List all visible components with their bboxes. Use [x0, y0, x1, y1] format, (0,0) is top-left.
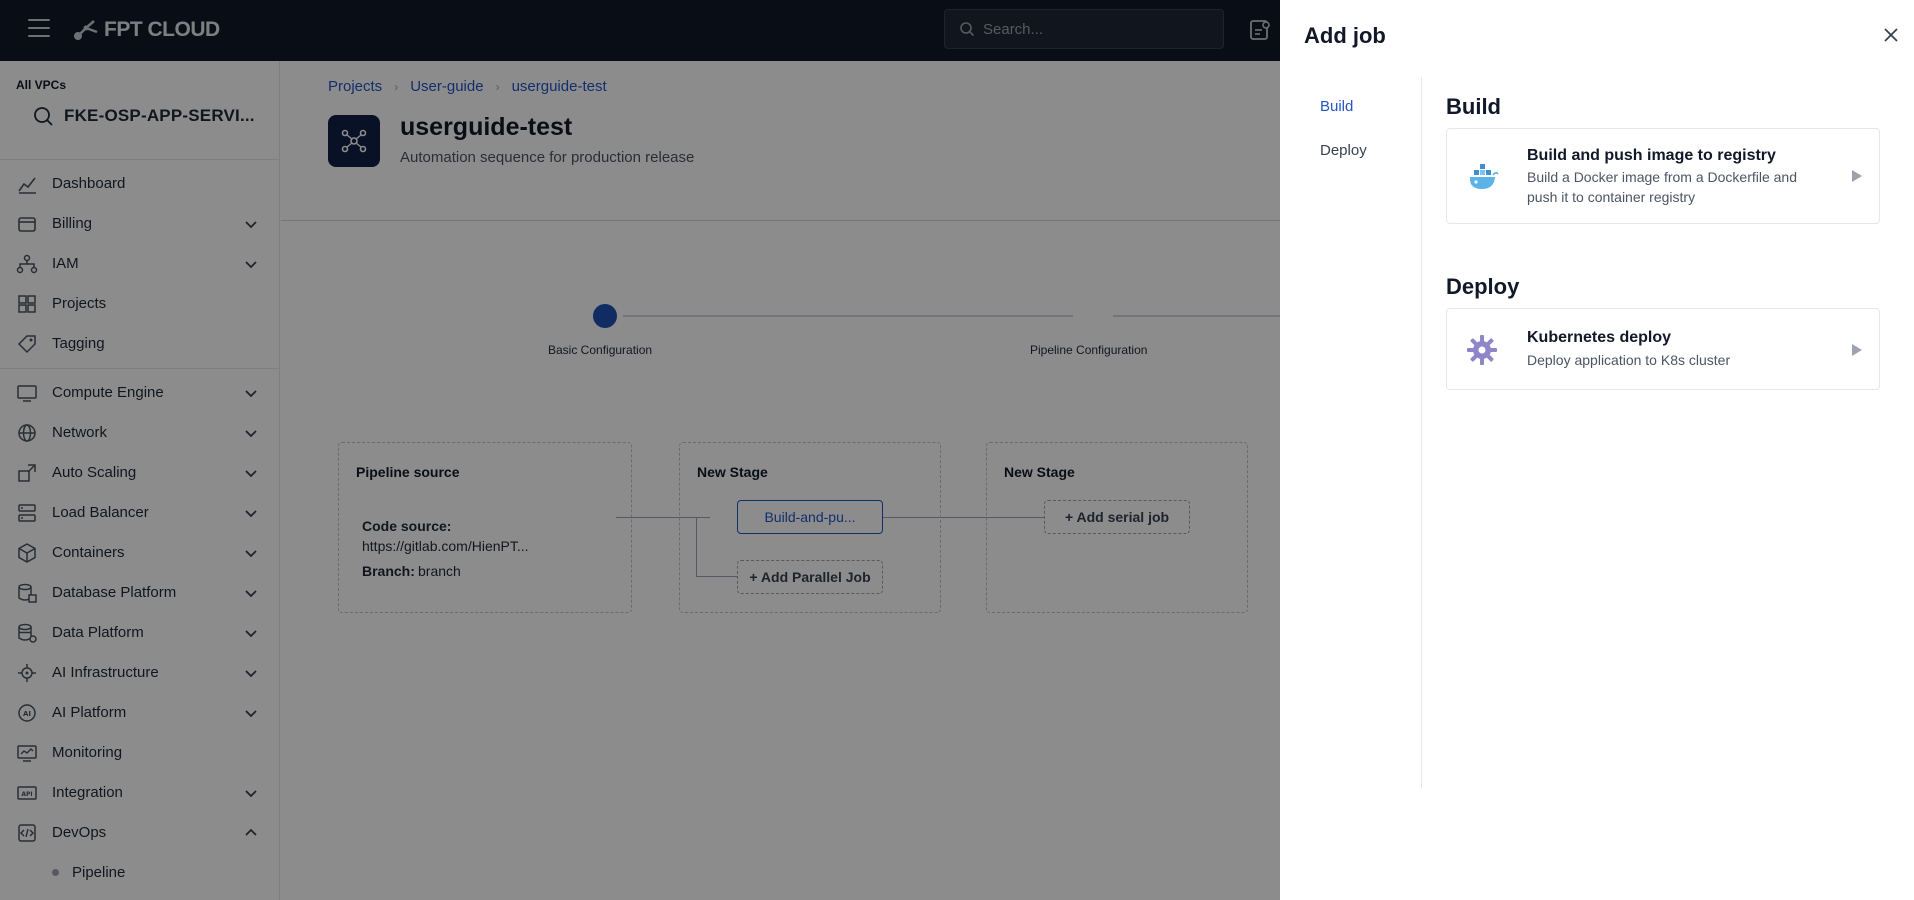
gear-icon — [1467, 335, 1497, 365]
tab-deploy[interactable]: Deploy — [1320, 142, 1367, 159]
docker-icon — [1470, 164, 1499, 189]
drawer-divider — [1421, 77, 1422, 788]
job-card-name: Kubernetes deploy — [1527, 329, 1672, 346]
job-card-build-push[interactable]: Build and push image to registry Build a… — [1446, 128, 1880, 224]
play-arrow-icon — [1852, 170, 1862, 182]
tab-build[interactable]: Build — [1320, 98, 1353, 115]
close-icon[interactable] — [1882, 26, 1900, 44]
drawer-title: Add job — [1304, 23, 1386, 48]
job-card-desc: Build a Docker image from a Dockerfile a… — [1527, 169, 1798, 205]
play-arrow-icon — [1852, 344, 1862, 356]
add-job-drawer: Add job Build Deploy Build Build and pus… — [1280, 0, 1914, 900]
section-title-deploy: Deploy — [1446, 274, 1520, 299]
section-title-build: Build — [1446, 94, 1501, 119]
job-card-desc: Deploy application to K8s cluster — [1527, 352, 1731, 368]
modal-overlay[interactable] — [0, 0, 1280, 900]
job-card-name: Build and push image to registry — [1527, 147, 1776, 164]
job-card-kubernetes-deploy[interactable]: Kubernetes deploy Deploy application to … — [1446, 308, 1880, 390]
